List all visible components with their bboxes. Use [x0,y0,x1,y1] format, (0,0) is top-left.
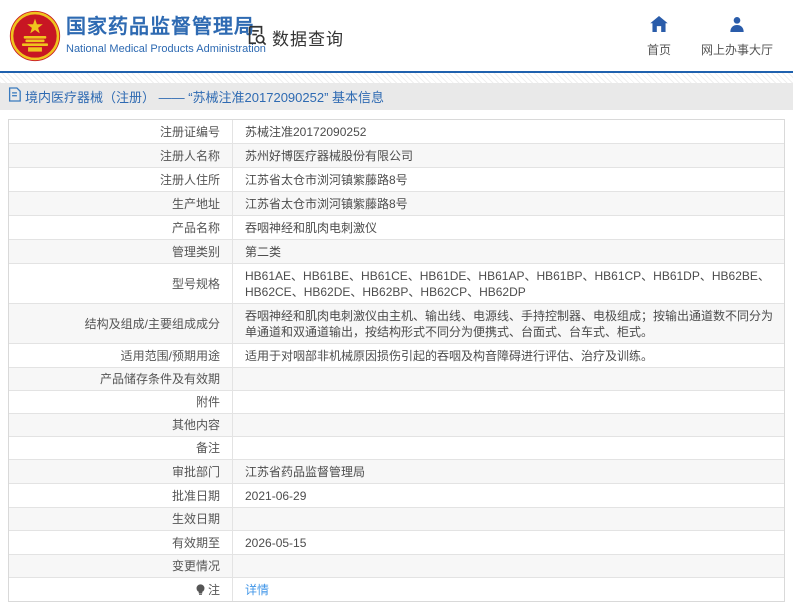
table-row: 产品名称 吞咽神经和肌肉电刺激仪 [9,215,784,239]
row-label: 适用范围/预期用途 [9,344,233,367]
table-row: 生效日期 [9,507,784,530]
row-label: 有效期至 [9,531,233,554]
row-label: 结构及组成/主要组成成分 [9,304,233,343]
table-row: 注册证编号 苏械注准20172090252 [9,120,784,143]
row-label: 注册人住所 [9,168,233,191]
row-value: 江苏省太仓市浏河镇紫藤路8号 [245,197,408,211]
row-label: 批准日期 [9,484,233,507]
header-nav: 首页 网上办事大厅 [647,16,773,58]
row-label-text: 批准日期 [171,488,220,503]
row-label-text: 注 [207,582,220,597]
row-label: 管理类别 [9,240,233,263]
table-row: 适用范围/预期用途 适用于对咽部非机械原因损伤引起的吞咽及构音障碍进行评估、治疗及… [9,343,784,367]
site-header: 国家药品监督管理局 National Medical Products Admi… [0,0,793,73]
row-label-text: 备注 [195,441,220,455]
row-value [233,437,784,459]
row-label-text: 注册证编号 [159,124,220,139]
row-label: 产品储存条件及有效期 [9,368,233,390]
data-query-label: 数据查询 [272,30,344,49]
row-label: 型号规格 [9,264,233,303]
nav-home-label: 首页 [646,43,671,57]
row-label: 变更情况 [9,555,233,577]
table-row: 型号规格 HB61AE、HB61BE、HB61CE、HB61DE、HB61AP、H… [9,263,784,303]
detail-link[interactable]: 详情 [245,582,269,598]
table-row: 结构及组成/主要组成成分 吞咽神经和肌肉电刺激仪由主机、输出线、电源线、手持控制器… [9,303,784,343]
row-label: 产品名称 [9,216,233,239]
row-label-text: 适用范围/预期用途 [120,348,220,363]
row-value [233,368,784,390]
row-value: HB61AE、HB61BE、HB61CE、HB61DE、HB61AP、HB61B… [245,269,770,299]
row-value [233,555,784,577]
row-value: 吞咽神经和肌肉电刺激仪由主机、输出线、电源线、手持控制器、电极组成；按输出通道数… [245,309,774,339]
table-row: 管理类别 第二类 [9,239,784,263]
table-row: 批准日期 2021-06-29 [9,483,784,507]
row-label: 生效日期 [9,508,233,530]
page-title: 境内医疗器械（注册） —— “苏械注准20172090252” 基本信息 [25,90,385,105]
row-value [233,414,784,436]
row-value: 适用于对咽部非机械原因损伤引起的吞咽及构音障碍进行评估、治疗及训练。 [245,349,654,363]
org-name-cn: 国家药品监督管理局 [66,16,255,38]
org-title-block: 国家药品监督管理局 National Medical Products Admi… [66,15,266,55]
row-value: 2026-05-15 [245,536,307,550]
row-label-text: 变更情况 [171,559,220,573]
table-row: 注册人名称 苏州好博医疗器械股份有限公司 [9,143,784,167]
row-label-text: 注册人名称 [159,148,220,163]
row-label-text: 产品储存条件及有效期 [99,372,220,386]
row-label-text: 有效期至 [171,535,220,550]
row-label: 注 [9,578,233,601]
row-label: 审批部门 [9,460,233,483]
table-row: 注册人住所 江苏省太仓市浏河镇紫藤路8号 [9,167,784,191]
row-value: 详情 [233,578,784,601]
table-row: 附件 [9,390,784,413]
row-label-text: 注册人住所 [159,172,220,187]
row-value: 苏械注准20172090252 [245,125,367,139]
nav-service-hall[interactable]: 网上办事大厅 [701,16,773,58]
row-value [233,391,784,413]
row-label-text: 产品名称 [171,220,220,235]
info-table: 注册证编号 苏械注准20172090252 注册人名称 苏州好博医疗器械股份有限公司注… [8,119,785,602]
home-icon [650,16,668,37]
row-label-text: 管理类别 [171,244,220,259]
nav-service-hall-label: 网上办事大厅 [700,43,773,57]
row-value: 江苏省太仓市浏河镇紫藤路8号 [245,173,408,187]
row-label: 生产地址 [9,192,233,215]
row-label-text: 型号规格 [171,276,220,291]
document-search-icon [245,24,267,51]
row-label-text: 审批部门 [171,464,220,479]
table-row: 备注 [9,436,784,459]
breadcrumb: 境内医疗器械（注册） —— “苏械注准20172090252” 基本信息 [0,83,793,110]
table-row: 产品储存条件及有效期 [9,367,784,390]
document-icon [8,86,21,107]
row-value: 第二类 [245,245,282,259]
row-label: 注册证编号 [9,120,233,143]
row-label-text: 附件 [195,395,220,409]
row-label: 注册人名称 [9,144,233,167]
table-row: 生产地址 江苏省太仓市浏河镇紫藤路8号 [9,191,784,215]
row-value [233,508,784,530]
row-label: 备注 [9,437,233,459]
table-row: 变更情况 [9,554,784,577]
row-label: 其他内容 [9,414,233,436]
row-label-text: 生效日期 [171,512,220,526]
hatch-divider [0,73,793,83]
row-value: 江苏省药品监督管理局 [245,465,366,479]
table-row: 审批部门 江苏省药品监督管理局 [9,459,784,483]
row-label-text: 生产地址 [171,196,220,211]
table-row: 有效期至 2026-05-15 [9,530,784,554]
row-value: 2021-06-29 [245,489,307,503]
nav-home[interactable]: 首页 [647,16,671,58]
data-query-section[interactable]: 数据查询 [245,24,344,51]
table-row: 注 详情 [9,577,784,601]
row-label: 附件 [9,391,233,413]
row-label-text: 其他内容 [171,418,220,432]
org-name-en: National Medical Products Administration [66,43,266,55]
person-icon [729,16,745,37]
row-value: 苏州好博医疗器械股份有限公司 [245,149,414,163]
row-value: 吞咽神经和肌肉电刺激仪 [245,221,378,235]
national-emblem-logo [9,10,61,62]
table-row: 其他内容 [9,413,784,436]
row-label-text: 结构及组成/主要组成成分 [84,316,220,331]
